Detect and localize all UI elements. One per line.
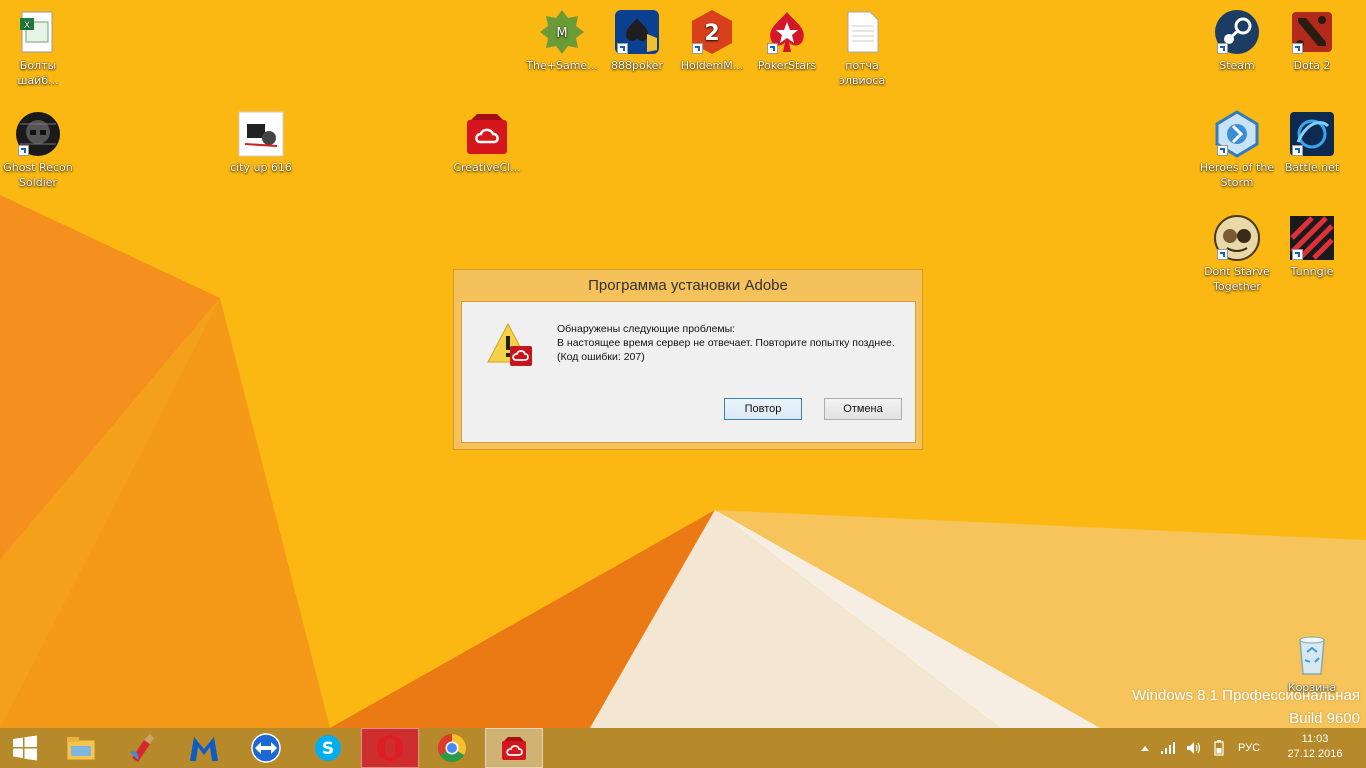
desktop-icon-label: Steam xyxy=(1219,59,1255,72)
desktop-icon-ghost-recon[interactable]: Ghost Recon Soldier xyxy=(0,110,76,190)
desktop-icon-label: The+Same... xyxy=(526,59,598,72)
svg-text:2: 2 xyxy=(704,21,719,46)
desktop-icon-label: Dont Starve Together xyxy=(1204,265,1270,293)
start-icon xyxy=(13,735,37,761)
desktop-icon-creative-cloud[interactable]: CreativeCl... xyxy=(449,110,525,175)
tray-network[interactable] xyxy=(1156,728,1180,768)
taskbar-ccleaner[interactable] xyxy=(113,728,171,768)
speaker-icon xyxy=(1187,742,1201,754)
taskbar-chrome[interactable] xyxy=(423,728,481,768)
adobe-installer-dialog: Программа установки Adobe Обнаружены сле… xyxy=(453,269,923,450)
taskbar-opera[interactable] xyxy=(361,728,419,768)
desktop-icon-bolty[interactable]: X Болты шайб... xyxy=(0,8,76,88)
network-signal-icon xyxy=(1161,742,1175,754)
desktop-icon-label: 888poker xyxy=(611,59,663,72)
dialog-message: Обнаружены следующие проблемы: В настоящ… xyxy=(557,322,897,364)
warning-icon xyxy=(487,322,532,366)
watermark-build: Build 9600 xyxy=(1289,710,1360,727)
ccleaner-icon xyxy=(130,734,154,762)
desktop-icon-pokerstars[interactable]: PokerStars xyxy=(749,8,825,73)
desktop-icon-label: CreativeCl... xyxy=(453,161,521,174)
heroes-of-the-storm-icon xyxy=(1213,110,1261,158)
desktop-icon-heroes-of-the-storm[interactable]: Heroes of the Storm xyxy=(1199,110,1275,190)
dont-starve-together-icon xyxy=(1213,214,1261,262)
desktop-icon-steam[interactable]: Steam xyxy=(1199,8,1275,73)
retry-button[interactable]: Повтор xyxy=(724,398,802,420)
tray-overflow-button[interactable] xyxy=(1136,728,1154,768)
desktop-icon-tunngle[interactable]: Tunngle xyxy=(1274,214,1350,279)
desktop-icon-label: потча элвиоса xyxy=(838,59,886,87)
desktop-icon-label: Battle.net xyxy=(1284,161,1340,174)
desktop-icon-dota2[interactable]: Dota 2 xyxy=(1274,8,1350,73)
desktop-icon-city-up[interactable]: city up 616 xyxy=(223,110,299,175)
desktop-icon-dont-starve[interactable]: Dont Starve Together xyxy=(1199,214,1275,294)
start-button[interactable] xyxy=(0,728,50,768)
text-document-icon xyxy=(838,8,886,56)
tray-language[interactable]: РУС xyxy=(1232,728,1266,768)
holdem-manager-icon: 2 xyxy=(688,8,736,56)
cancel-button[interactable]: Отмена xyxy=(824,398,902,420)
desktop-icon-holdemmanager[interactable]: 2 HoldemM... xyxy=(674,8,750,73)
tray-volume[interactable] xyxy=(1182,728,1206,768)
desktop-icon-label: PokerStars xyxy=(757,59,817,72)
desktop-icon-label: city up 616 xyxy=(230,161,292,174)
creative-cloud-icon xyxy=(502,737,526,760)
battery-icon xyxy=(1214,740,1224,756)
malwarebytes-icon xyxy=(190,737,218,761)
taskbar-malwarebytes[interactable] xyxy=(175,728,233,768)
dialog-error-text: В настоящее время сервер не отвечает. По… xyxy=(557,337,898,363)
svg-text:X: X xyxy=(24,21,30,31)
desktop-icon-battlenet[interactable]: Battle.net xyxy=(1274,110,1350,175)
skype-icon: S xyxy=(315,735,341,761)
chevron-up-icon xyxy=(1141,746,1149,751)
dialog-content: Обнаружены следующие проблемы: В настоящ… xyxy=(461,301,916,443)
dialog-title[interactable]: Программа установки Adobe xyxy=(454,270,922,302)
svg-text:S: S xyxy=(322,739,334,759)
888poker-icon xyxy=(613,8,661,56)
windows-version-watermark: Windows 8.1 Профессиональная Build 9600 xyxy=(1132,684,1360,730)
desktop-icon-label: Heroes of the Storm xyxy=(1199,161,1275,189)
image-file-icon xyxy=(237,110,285,158)
the-same-game-icon: M xyxy=(538,8,586,56)
desktop-icon-888poker[interactable]: 888poker xyxy=(599,8,675,73)
steam-icon xyxy=(1213,8,1261,56)
pokerstars-icon xyxy=(763,8,811,56)
tunngle-icon xyxy=(1288,214,1336,262)
desktop-icon-label: Ghost Recon Soldier xyxy=(3,161,73,189)
desktop-icon-label: HoldemM... xyxy=(680,59,744,72)
desktop-icon-text-file[interactable]: потча элвиоса xyxy=(824,8,900,88)
recycle-bin-icon xyxy=(1288,630,1336,678)
battlenet-icon xyxy=(1288,110,1336,158)
svg-text:M: M xyxy=(556,26,567,41)
excel-file-icon: X xyxy=(14,8,62,56)
teamviewer-icon xyxy=(251,733,281,763)
desktop-icon-label: Dota 2 xyxy=(1293,59,1331,72)
clock-time: 11:03 xyxy=(1301,733,1329,745)
taskbar-teamviewer[interactable] xyxy=(237,728,295,768)
ghost-recon-icon xyxy=(14,110,62,158)
desktop-icon-the-same[interactable]: M The+Same... xyxy=(524,8,600,73)
file-explorer-icon xyxy=(66,737,96,761)
desktop-icon-label: Tunngle xyxy=(1290,265,1334,278)
opera-icon xyxy=(377,735,403,761)
dialog-heading: Обнаружены следующие проблемы: xyxy=(557,323,736,335)
clock-date: 27.12.2016 xyxy=(1287,748,1343,760)
taskbar: S РУС 11:03 27.12.2016 xyxy=(0,728,1366,768)
taskbar-creative-cloud[interactable] xyxy=(485,728,543,768)
system-tray: РУС 11:03 27.12.2016 xyxy=(1136,728,1366,768)
creative-cloud-installer-icon xyxy=(463,110,511,158)
tray-clock[interactable]: 11:03 27.12.2016 xyxy=(1280,732,1350,762)
taskbar-file-explorer[interactable] xyxy=(52,728,110,768)
chrome-icon xyxy=(438,734,466,762)
tray-battery[interactable] xyxy=(1208,728,1230,768)
desktop-icon-label: Болты шайб... xyxy=(17,59,59,87)
dota2-icon xyxy=(1288,8,1336,56)
taskbar-skype[interactable]: S xyxy=(299,728,357,768)
watermark-edition: Windows 8.1 Профессиональная xyxy=(1132,687,1360,704)
